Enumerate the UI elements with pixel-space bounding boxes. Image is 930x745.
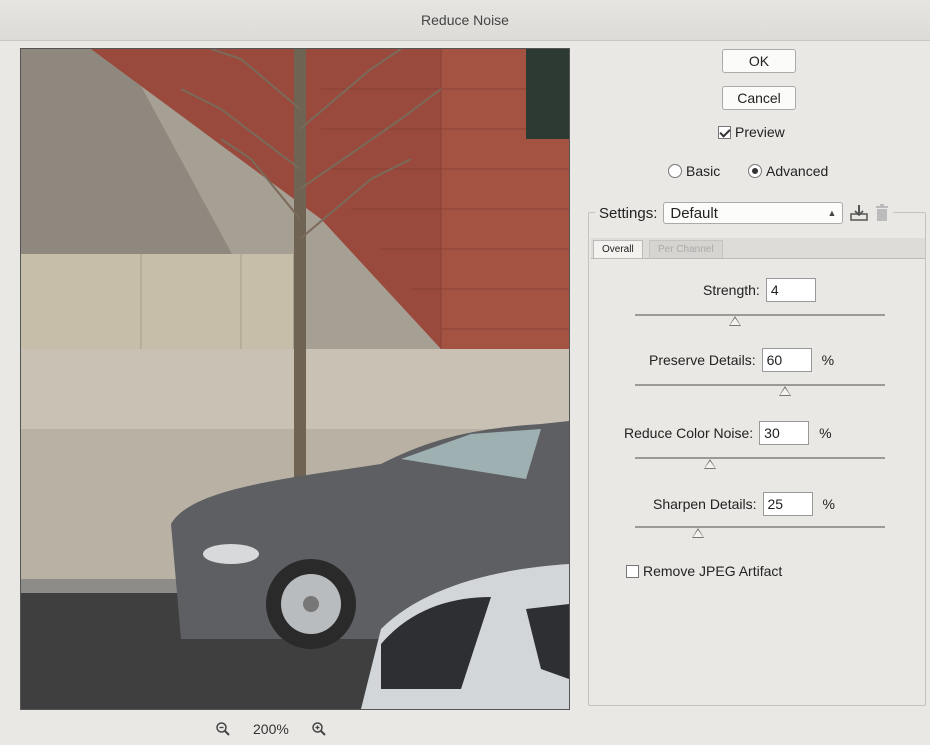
street-photo <box>21 49 569 709</box>
sharpen-details-label: Sharpen Details: <box>653 496 757 512</box>
strength-input[interactable]: 4 <box>765 278 816 302</box>
remove-jpeg-checkbox[interactable] <box>626 564 639 578</box>
reduce-color-noise-row: Reduce Color Noise: 30 % <box>624 421 832 445</box>
tab-per-channel[interactable]: Per Channel <box>649 240 723 258</box>
preserve-details-label: Preserve Details: <box>649 352 756 368</box>
reduce-color-noise-label: Reduce Color Noise: <box>624 425 754 441</box>
settings-select[interactable]: Default ▲ <box>663 202 844 224</box>
zoom-bar: 200% <box>215 718 365 740</box>
delete-settings-icon[interactable] <box>875 204 889 222</box>
reduce-color-noise-input[interactable]: 30 <box>759 421 810 445</box>
preserve-details-slider-thumb[interactable] <box>779 386 791 396</box>
select-arrows-icon: ▲ <box>827 208 837 218</box>
mode-basic[interactable]: Basic <box>668 163 720 179</box>
strength-row: Strength: 4 <box>703 278 816 302</box>
cancel-button[interactable]: Cancel <box>722 86 796 110</box>
preview-label: Preview <box>735 124 785 140</box>
save-settings-icon[interactable] <box>849 204 869 222</box>
ok-button[interactable]: OK <box>722 49 796 73</box>
tab-bar: Overall Per Channel <box>591 238 925 259</box>
reduce-color-noise-unit: % <box>819 425 832 441</box>
sharpen-details-unit: % <box>822 496 835 512</box>
sharpen-details-slider-thumb[interactable] <box>691 528 704 538</box>
zoom-level: 200% <box>253 721 289 737</box>
strength-label: Strength: <box>703 282 760 298</box>
strength-slider[interactable] <box>635 312 885 326</box>
sharpen-details-input[interactable]: 25 <box>762 492 813 516</box>
sharpen-details-slider[interactable] <box>635 524 885 538</box>
sharpen-details-row: Sharpen Details: 25 % <box>653 492 835 516</box>
advanced-radio[interactable] <box>748 164 762 178</box>
basic-label: Basic <box>686 163 721 179</box>
title-bar: Reduce Noise <box>0 0 930 41</box>
strength-slider-thumb[interactable] <box>729 316 741 326</box>
preserve-details-unit: % <box>821 352 835 368</box>
zoom-out-icon[interactable] <box>215 721 231 737</box>
preserve-details-input[interactable]: 60 <box>761 348 812 372</box>
remove-jpeg-toggle[interactable]: Remove JPEG Artifact <box>626 563 782 579</box>
advanced-label: Advanced <box>766 163 829 179</box>
settings-label: Settings: <box>599 204 658 222</box>
preview-toggle[interactable]: Preview <box>718 124 785 140</box>
reduce-color-noise-slider-thumb[interactable] <box>704 459 716 469</box>
preserve-details-row: Preserve Details: 60 % <box>649 348 834 372</box>
basic-radio[interactable] <box>668 164 682 178</box>
remove-jpeg-label: Remove JPEG Artifact <box>643 563 783 579</box>
settings-row: Settings: Default ▲ <box>595 202 894 224</box>
window-title: Reduce Noise <box>421 12 509 28</box>
preview-image[interactable] <box>20 48 570 710</box>
preview-checkbox[interactable] <box>718 125 731 139</box>
mode-advanced[interactable]: Advanced <box>748 163 828 179</box>
tab-overall[interactable]: Overall <box>593 240 643 258</box>
settings-value: Default <box>670 204 718 222</box>
preserve-details-slider[interactable] <box>635 382 885 396</box>
reduce-color-noise-slider[interactable] <box>635 455 885 469</box>
zoom-in-icon[interactable] <box>311 721 327 737</box>
